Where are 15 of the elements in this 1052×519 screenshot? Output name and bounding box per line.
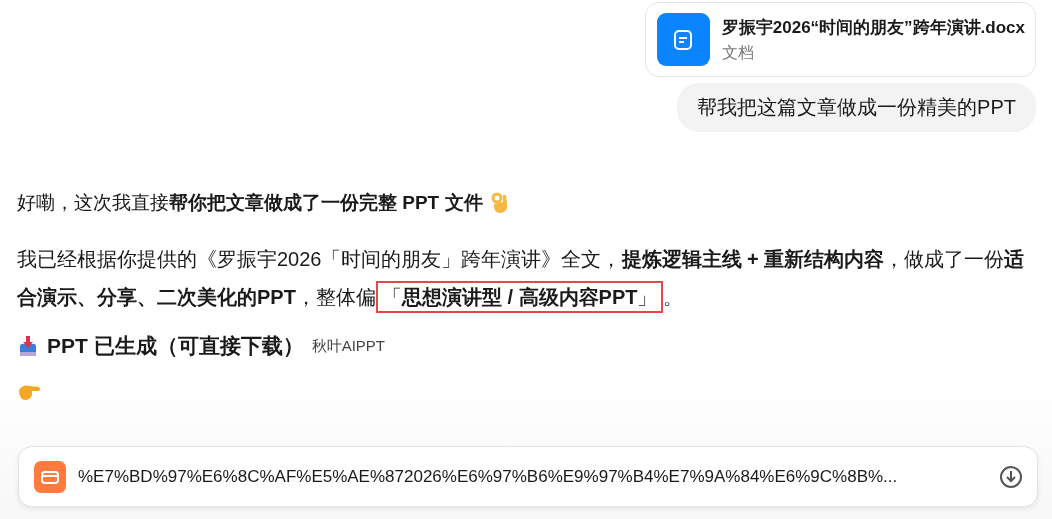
ok-hand-icon — [490, 192, 509, 214]
presentation-icon — [34, 460, 66, 493]
reply-paragraph: 我已经根据你提供的《罗振宇2026「时间的朋友」跨年演讲》全文，提炼逻辑主线 + 重新结构内容，做成了一份适合演示、分享、二次美化的PPT，整体偏 「思想演讲型 / 高级内容PPT」 。 — [17, 240, 1036, 316]
file-link: %E7%BD%97%E6%8C%AF%E5%AE%872026%E6%97%B6%E9%97%B4%E7%9A%84%E6%9C%8B%... — [78, 466, 899, 487]
inbox-download-icon — [17, 335, 39, 357]
file-name: 罗振宇2026“时间的朋友”跨年演讲.docx — [721, 16, 1025, 39]
section-heading: PPT 已生成（可直接下载） — [47, 333, 304, 359]
source-label: 秋叶AIPPT — [311, 336, 386, 356]
user-message: 帮我把这篇文章做成一份精美的PPT — [677, 83, 1036, 132]
file-type: 文档 — [721, 42, 755, 63]
download-button[interactable] — [999, 464, 1023, 489]
reply-text: 好嘞，这次我直接帮你把文章做成了一份完整 PPT 文件 — [17, 191, 483, 215]
download-card[interactable]: %E7%BD%97%E6%8C%AF%E5%AE%872026%E6%97%B6%E9%97%B4%E7%9A%84%E6%9C%8B%... — [18, 446, 1038, 507]
document-icon — [656, 13, 710, 66]
file-card[interactable]: 罗振宇2026“时间的朋友”跨年演讲.docx 文档 — [644, 2, 1036, 77]
